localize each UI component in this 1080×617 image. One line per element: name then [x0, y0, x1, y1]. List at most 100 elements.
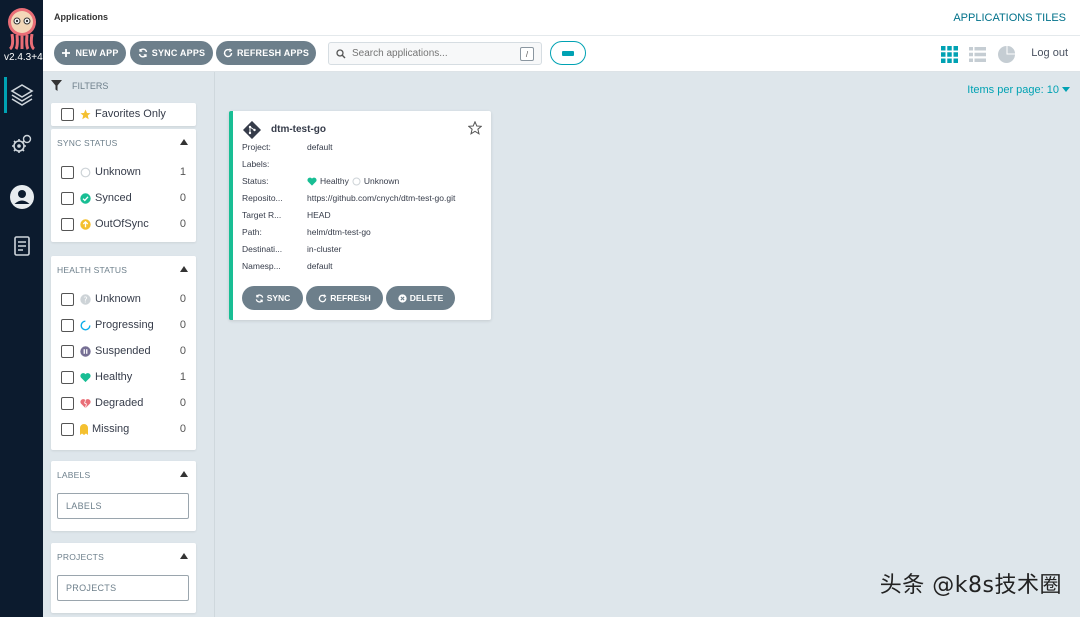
sync-filter-outofsync[interactable]: OutOfSync 0 [61, 216, 186, 232]
health-filter-suspended[interactable]: Suspended 0 [61, 343, 186, 359]
nav-user-info[interactable] [0, 177, 43, 217]
filter-label: Unknown [95, 166, 141, 178]
filters-toggle-button[interactable] [550, 41, 586, 65]
search-shortcut-hint: / [520, 47, 534, 61]
app-tile[interactable]: dtm-test-go Project: default Labels: Sta… [229, 111, 491, 320]
sync-filter-synced[interactable]: Synced 0 [61, 190, 186, 206]
sync-status-text: Unknown [363, 176, 400, 186]
health-filter-degraded[interactable]: Degraded 0 [61, 395, 186, 411]
app-sync-label: SYNC [266, 293, 291, 303]
question-circle-icon: ? [80, 293, 91, 305]
filter-label: Suspended [95, 345, 151, 357]
sync-apps-button[interactable]: SYNC APPS [130, 41, 213, 65]
app-refresh-button[interactable]: REFRESH [306, 286, 383, 310]
field-labels-label: Labels: [242, 159, 270, 169]
field-path-label: Path: [242, 227, 262, 237]
refresh-icon [318, 293, 327, 302]
heart-icon [307, 177, 317, 186]
checkbox[interactable] [61, 217, 74, 231]
search-input[interactable] [352, 48, 512, 59]
filter-count: 0 [179, 293, 186, 305]
favorites-panel: Favorites Only [51, 103, 196, 126]
projects-title: PROJECTS [57, 552, 104, 562]
nav-settings[interactable] [0, 124, 43, 164]
search-box[interactable]: / [328, 42, 542, 65]
search-icon [336, 48, 346, 58]
health-filter-missing[interactable]: Missing 0 [61, 421, 186, 437]
sync-apps-label: SYNC APPS [151, 48, 206, 58]
app-delete-label: DELETE [409, 293, 444, 303]
circle-notch-icon [352, 176, 361, 186]
page-title: Applications [54, 12, 109, 22]
check-circle-icon [80, 192, 91, 204]
pause-circle-icon [80, 345, 91, 357]
checkbox[interactable] [61, 370, 74, 384]
health-filter-unknown[interactable]: ? Unknown 0 [61, 291, 186, 307]
filter-count: 0 [179, 345, 186, 357]
app-delete-button[interactable]: DELETE [386, 286, 455, 310]
caret-down-icon [1062, 87, 1070, 92]
sync-filter-unknown[interactable]: Unknown 1 [61, 164, 186, 180]
filters-header: FILTERS [51, 80, 108, 91]
layers-icon [9, 84, 34, 106]
nav-applications[interactable] [0, 75, 43, 115]
filters-label: FILTERS [72, 80, 109, 91]
field-repository-label: Reposito... [242, 193, 283, 203]
projects-input[interactable]: PROJECTS [57, 575, 189, 601]
checkbox[interactable] [61, 191, 74, 205]
checkbox[interactable] [61, 292, 74, 306]
checkbox[interactable] [61, 165, 74, 179]
checkbox[interactable] [61, 344, 74, 358]
version-label: v2.4.3+4 [4, 52, 43, 63]
field-path-value: helm/dtm-test-go [307, 227, 371, 237]
gears-icon [11, 134, 31, 153]
favorites-only-label: Favorites Only [95, 108, 166, 120]
list-view-icon[interactable] [969, 46, 986, 63]
field-status-label: Status: [242, 176, 269, 186]
filter-count: 1 [179, 166, 186, 178]
logout-link[interactable]: Log out [1031, 47, 1068, 59]
new-app-button[interactable]: NEW APP [54, 41, 126, 65]
app-sync-button[interactable]: SYNC [242, 286, 303, 310]
labels-panel: LABELS LABELS [51, 461, 196, 531]
checkbox[interactable] [61, 396, 74, 410]
pie-chart-view-icon[interactable] [998, 46, 1015, 63]
filter-label: OutOfSync [95, 218, 149, 230]
favorites-only-checkbox[interactable]: Favorites Only [61, 106, 186, 122]
heart-broken-icon [80, 398, 91, 409]
filter-count: 0 [179, 192, 186, 204]
argo-logo-icon[interactable] [4, 6, 40, 50]
field-target-revision-value: HEAD [307, 210, 331, 220]
filter-label: Healthy [95, 371, 133, 383]
collapse-caret-icon[interactable] [180, 266, 188, 272]
heart-icon [80, 372, 91, 383]
checkbox[interactable] [61, 422, 74, 436]
collapse-caret-icon[interactable] [180, 553, 188, 559]
collapse-caret-icon[interactable] [180, 471, 188, 477]
health-filter-healthy[interactable]: Healthy 1 [61, 369, 186, 385]
git-icon [243, 121, 261, 139]
sync-status-panel: SYNC STATUS Unknown 1 Synced 0 OutOfSync… [51, 129, 196, 242]
checkbox[interactable] [61, 318, 74, 332]
collapse-caret-icon[interactable] [180, 139, 188, 145]
document-icon [13, 236, 30, 256]
tiles-view-icon[interactable] [941, 46, 958, 63]
filter-label: Synced [95, 192, 132, 204]
health-filter-progressing[interactable]: Progressing 0 [61, 317, 186, 333]
checkbox[interactable] [61, 107, 74, 121]
circle-notch-icon [80, 167, 91, 178]
app-name[interactable]: dtm-test-go [271, 124, 326, 135]
field-repository-value: https://github.com/cnych/dtm-test-go.git [307, 193, 456, 203]
times-circle-icon [398, 293, 407, 303]
items-per-page-dropdown[interactable]: Items per page: 10 [967, 84, 1070, 96]
app-refresh-label: REFRESH [330, 293, 371, 303]
sync-icon [255, 293, 263, 303]
nav-docs[interactable] [0, 226, 43, 266]
filter-label: Progressing [95, 319, 154, 331]
arrow-circle-up-icon [80, 218, 91, 230]
favorite-star-icon[interactable] [468, 121, 482, 135]
health-status-text: Healthy [320, 176, 349, 186]
refresh-apps-button[interactable]: REFRESH APPS [216, 41, 316, 65]
labels-input[interactable]: LABELS [57, 493, 189, 519]
filter-count: 1 [179, 371, 186, 383]
